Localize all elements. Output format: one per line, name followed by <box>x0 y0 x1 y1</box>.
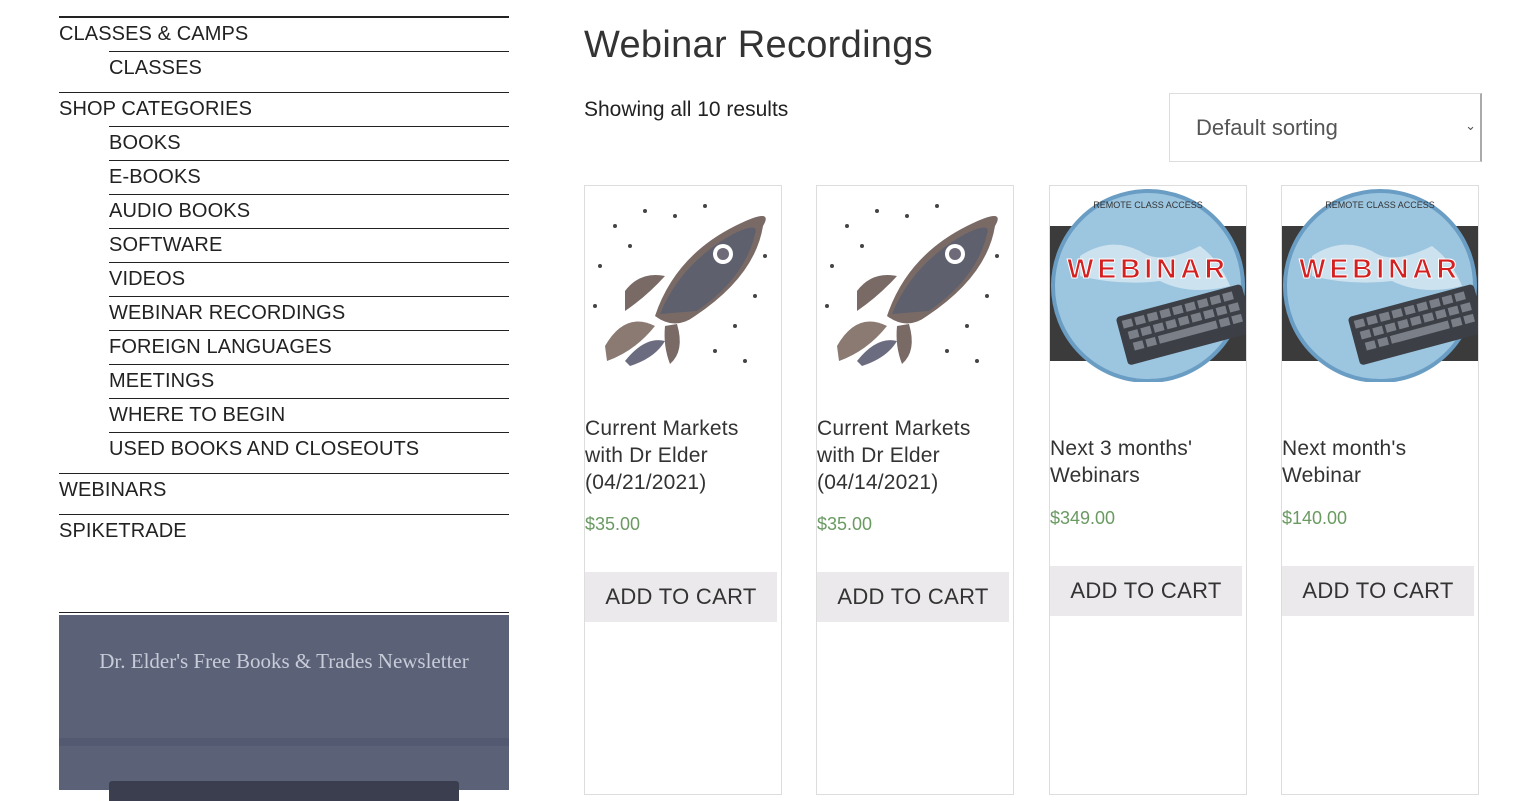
sidebar-item-webinar-recordings: WEBINAR RECORDINGS <box>109 296 509 330</box>
newsletter-email-input[interactable] <box>109 781 459 801</box>
product-image-webinar[interactable]: REMOTE CLASS ACCESS WEBINAR <box>1050 186 1246 382</box>
image-banner-text: WEBINAR <box>1067 253 1229 284</box>
product-image-rocket[interactable] <box>585 186 781 382</box>
sidebar-item-foreign-languages: FOREIGN LANGUAGES <box>109 330 509 364</box>
newsletter-widget: Dr. Elder's Free Books & Trades Newslett… <box>59 615 509 801</box>
sidebar-link-where-to-begin[interactable]: WHERE TO BEGIN <box>109 399 509 432</box>
sort-selected-value: Default sorting <box>1196 115 1338 140</box>
product-price: $349.00 <box>1050 508 1116 528</box>
sidebar-link-e-books[interactable]: E-BOOKS <box>109 161 509 194</box>
sidebar-link-meetings[interactable]: MEETINGS <box>109 365 509 398</box>
sub-list-classes-camps: CLASSES <box>109 51 509 85</box>
webinar-globe-icon: REMOTE CLASS ACCESS WEBINAR <box>1050 186 1246 382</box>
add-to-cart-button[interactable]: ADD TO CART <box>817 572 1009 622</box>
sidebar-link-videos[interactable]: VIDEOS <box>109 263 509 296</box>
webinar-globe-icon: REMOTE CLASS ACCESS WEBINAR <box>1282 186 1478 382</box>
rocket-crowd-icon <box>817 186 1013 382</box>
product-title[interactable]: Next 3 months' Webinars <box>1050 435 1246 489</box>
product-title[interactable]: Current Markets with Dr Elder (04/14/202… <box>817 415 1013 496</box>
chevron-down-icon: ⌄ <box>1465 118 1476 133</box>
newsletter-title: Dr. Elder's Free Books & Trades Newslett… <box>99 649 469 673</box>
add-to-cart-button[interactable]: ADD TO CART <box>1050 566 1242 616</box>
sidebar-link-software[interactable]: SOFTWARE <box>109 229 509 262</box>
add-to-cart-button[interactable]: ADD TO CART <box>585 572 777 622</box>
sidebar-item-used-books: USED BOOKS AND CLOSEOUTS <box>109 432 509 466</box>
category-list: CLASSES & CAMPS CLASSES SHOP CATEGORIES … <box>59 16 509 555</box>
sidebar-item-classes: CLASSES <box>109 51 509 85</box>
product-price: $140.00 <box>1282 508 1348 528</box>
sidebar-link-foreign-languages[interactable]: FOREIGN LANGUAGES <box>109 331 509 364</box>
sidebar-link-used-books[interactable]: USED BOOKS AND CLOSEOUTS <box>109 433 509 466</box>
sidebar-item-spiketrade: SPIKETRADE <box>59 514 509 555</box>
sidebar-link-shop-categories[interactable]: SHOP CATEGORIES <box>59 93 509 126</box>
sidebar-link-classes[interactable]: CLASSES <box>109 52 509 85</box>
image-banner-text: WEBINAR <box>1299 253 1461 284</box>
product-title[interactable]: Current Markets with Dr Elder (04/21/202… <box>585 415 781 496</box>
sidebar-link-webinar-recordings[interactable]: WEBINAR RECORDINGS <box>109 297 509 330</box>
product-image-rocket[interactable] <box>817 186 1013 382</box>
image-caption: REMOTE CLASS ACCESS <box>1325 200 1435 210</box>
rocket-crowd-icon <box>585 186 781 382</box>
product-title[interactable]: Next month's Webinar <box>1282 435 1478 489</box>
sidebar-item-where-to-begin: WHERE TO BEGIN <box>109 398 509 432</box>
sidebar-item-webinars: WEBINARS <box>59 473 509 514</box>
sidebar-link-webinars[interactable]: WEBINARS <box>59 474 509 514</box>
sub-list-shop-categories: BOOKS E-BOOKS AUDIO BOOKS SOFTWARE VIDEO… <box>109 126 509 466</box>
product-card: Current Markets with Dr Elder (04/21/202… <box>584 185 782 795</box>
page-title: Webinar Recordings <box>584 24 933 66</box>
sidebar-link-books[interactable]: BOOKS <box>109 127 509 160</box>
sidebar-link-audio-books[interactable]: AUDIO BOOKS <box>109 195 509 228</box>
sidebar-item-e-books: E-BOOKS <box>109 160 509 194</box>
product-price: $35.00 <box>817 514 873 534</box>
newsletter-divider <box>59 738 509 746</box>
sidebar-item-meetings: MEETINGS <box>109 364 509 398</box>
sidebar-item-classes-camps: CLASSES & CAMPS CLASSES <box>59 16 509 92</box>
sidebar-category-nav: CLASSES & CAMPS CLASSES SHOP CATEGORIES … <box>59 16 509 555</box>
product-card: REMOTE CLASS ACCESS WEBINAR Next 3 month… <box>1049 185 1247 795</box>
sidebar-item-videos: VIDEOS <box>109 262 509 296</box>
product-card: Current Markets with Dr Elder (04/14/202… <box>816 185 1014 795</box>
product-price: $35.00 <box>585 514 641 534</box>
product-card: REMOTE CLASS ACCESS WEBINAR Next month's… <box>1281 185 1479 795</box>
product-image-webinar[interactable]: REMOTE CLASS ACCESS WEBINAR <box>1282 186 1478 382</box>
sidebar-item-shop-categories: SHOP CATEGORIES BOOKS E-BOOKS AUDIO BOOK… <box>59 92 509 473</box>
sidebar-link-classes-camps[interactable]: CLASSES & CAMPS <box>59 18 509 51</box>
sidebar-item-audio-books: AUDIO BOOKS <box>109 194 509 228</box>
sidebar-item-books: BOOKS <box>109 126 509 160</box>
sort-dropdown[interactable]: Default sorting ⌄ <box>1169 93 1482 162</box>
add-to-cart-button[interactable]: ADD TO CART <box>1282 566 1474 616</box>
image-caption: REMOTE CLASS ACCESS <box>1093 200 1203 210</box>
sidebar-link-spiketrade[interactable]: SPIKETRADE <box>59 515 509 555</box>
result-count: Showing all 10 results <box>584 98 789 121</box>
sidebar-divider <box>59 612 509 613</box>
sidebar-item-software: SOFTWARE <box>109 228 509 262</box>
